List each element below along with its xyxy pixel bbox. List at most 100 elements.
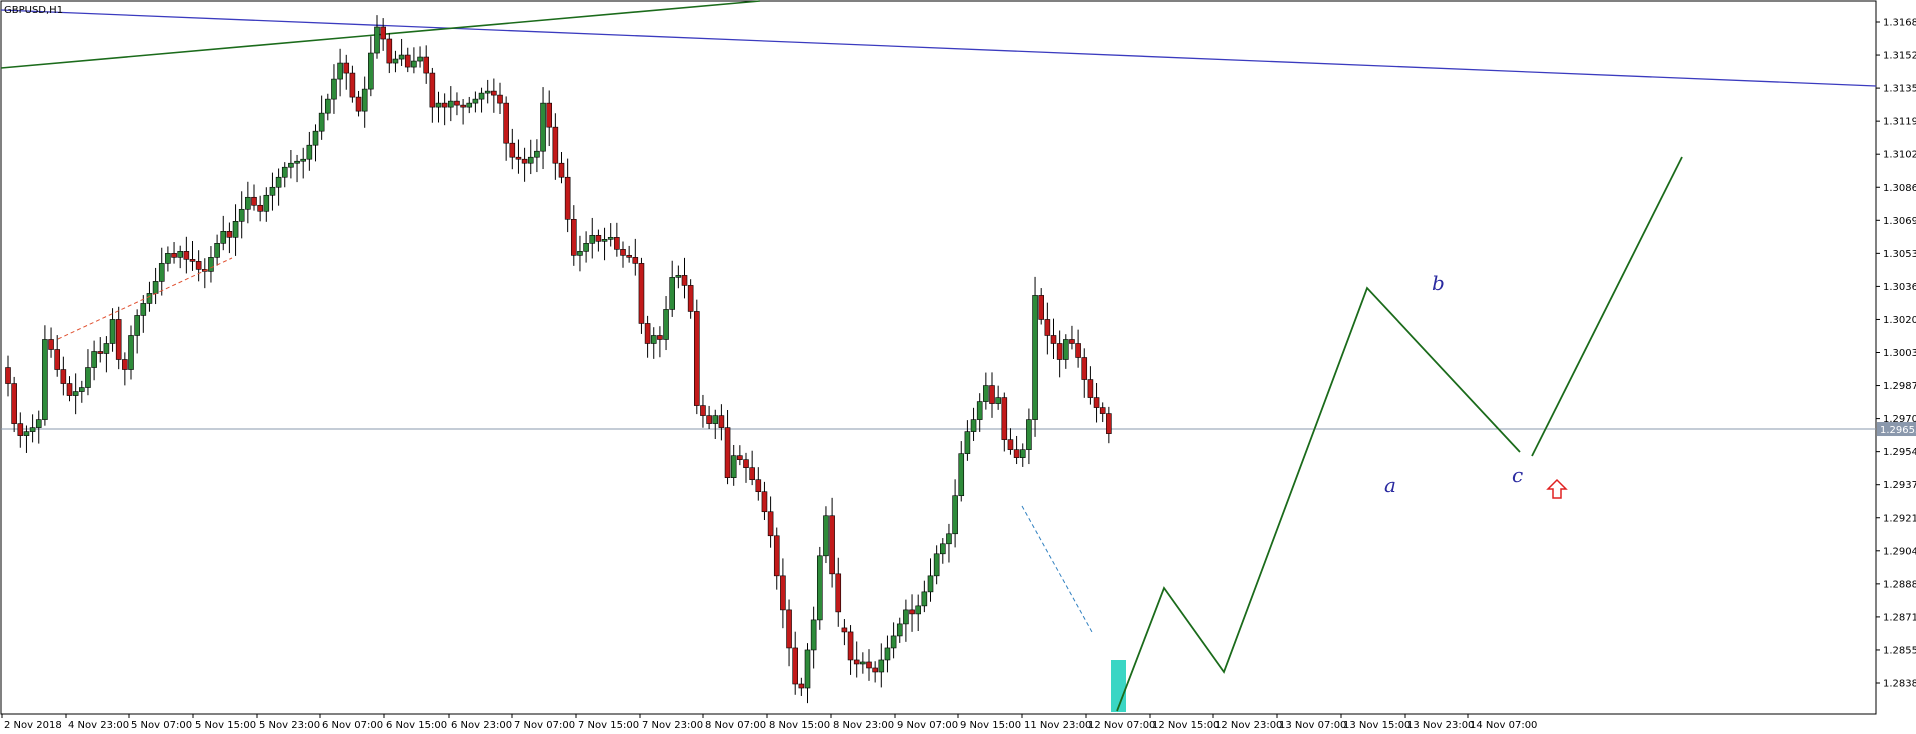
candle-body (620, 249, 626, 256)
time-tick-label: 14 Nov 07:00 (1470, 720, 1537, 731)
candle-body (583, 243, 589, 252)
candle-body (860, 661, 866, 665)
time-tick-label: 13 Nov 23:00 (1407, 720, 1474, 731)
candle (1032, 276, 1038, 437)
candle-body (589, 235, 596, 244)
candle-body (657, 335, 663, 340)
candle-body (706, 415, 712, 424)
candle-body (343, 62, 350, 74)
price-tick-label: 1.28385 (1883, 679, 1916, 690)
candle-body (595, 235, 602, 242)
price-tick-label: 1.31190 (1883, 117, 1916, 128)
time-tick-label: 2 Nov 2018 (4, 720, 62, 731)
candle-body (349, 72, 356, 98)
price-tick-label: 1.30530 (1883, 249, 1916, 260)
plot-area[interactable] (0, 0, 1877, 715)
candle-body (644, 323, 651, 344)
candle-body (1087, 379, 1094, 398)
candle-body (761, 491, 768, 513)
candle-body (447, 100, 454, 108)
candle-body (423, 56, 430, 74)
candle-body (509, 142, 516, 158)
price-tick-label: 1.29375 (1883, 480, 1916, 491)
price-axis[interactable]: 1.31685 1.31520 1.31355 1.31190 1.31025 1.308… (1876, 18, 1916, 690)
candle-body (331, 78, 337, 100)
candle-body (730, 455, 737, 478)
candle-body (829, 515, 835, 575)
highlight-bar (1111, 660, 1126, 712)
candle-body (23, 431, 30, 436)
candle-body (103, 343, 110, 354)
candle (638, 257, 645, 334)
current-price-tag: 1.29653 (1877, 422, 1916, 437)
candle-body (368, 52, 374, 90)
candle-body (724, 427, 731, 478)
candle-body (42, 339, 48, 420)
time-tick-label: 9 Nov 15:00 (960, 720, 1021, 731)
candle-body (177, 251, 183, 258)
price-chart[interactable]: abc 1.316851.315201.313551.311901.310251… (0, 0, 1916, 734)
price-tick-label: 1.28550 (1883, 645, 1916, 656)
candle-body (681, 275, 688, 286)
candle-body (687, 285, 694, 312)
candle-body (1032, 295, 1038, 420)
candle-body (903, 609, 909, 625)
time-tick-label: 12 Nov 23:00 (1215, 720, 1282, 731)
candle-body (872, 667, 878, 673)
candle-body (294, 160, 300, 164)
candle-body (429, 72, 436, 108)
candle-body (743, 459, 749, 468)
candle-body (146, 293, 153, 304)
candle-body (306, 144, 313, 160)
candle-body (601, 239, 608, 242)
time-tick-label: 12 Nov 15:00 (1152, 720, 1219, 731)
candle-body (281, 166, 288, 178)
candle-body (1026, 419, 1032, 450)
price-tick-label: 1.31520 (1883, 51, 1916, 62)
candle-body (17, 423, 24, 436)
candle-body (669, 277, 676, 310)
price-tick-label: 1.29870 (1883, 381, 1916, 392)
candle-body (361, 88, 368, 112)
candle-body (847, 631, 854, 661)
time-axis[interactable]: 2 Nov 2018 4 Nov 23:00 5 Nov 07:00 5 Nov 15… (1, 714, 1537, 731)
candle-body (1050, 335, 1057, 344)
candle-body (324, 98, 331, 114)
candle-body (478, 92, 485, 100)
time-tick-label: 6 Nov 23:00 (451, 720, 512, 731)
candle-body (878, 659, 885, 673)
candle-body (693, 311, 700, 406)
candle-body (232, 221, 239, 238)
candle-body (1063, 339, 1069, 360)
candle-body (484, 90, 491, 94)
candle-body (491, 90, 497, 96)
candle (816, 546, 823, 630)
candle-body (183, 251, 190, 260)
candle-body (915, 605, 922, 615)
price-tick-label: 1.31355 (1883, 84, 1916, 95)
candle-body (1019, 449, 1026, 458)
candle-body (1001, 397, 1008, 440)
time-tick-label: 11 Nov 23:00 (1024, 720, 1091, 731)
time-tick-label: 7 Nov 15:00 (578, 720, 639, 731)
candle-body (417, 56, 423, 62)
candle-body (195, 261, 202, 270)
candle-body (1069, 339, 1075, 344)
chart-canvas[interactable]: abc 1.316851.315201.313551.311901.310251… (0, 0, 1916, 734)
price-tick-label: 1.31685 (1883, 18, 1916, 29)
candle-body (29, 427, 36, 432)
time-tick-label: 6 Nov 15:00 (386, 720, 447, 731)
candle-body (503, 102, 509, 144)
candle-body (626, 255, 632, 258)
candle-body (220, 231, 227, 244)
candle-body (411, 60, 417, 68)
candle-body (712, 415, 719, 424)
candle-body (337, 62, 343, 80)
candle-body (933, 553, 940, 577)
candle-body (257, 204, 263, 212)
candle-body (466, 102, 473, 108)
candle (693, 299, 700, 415)
time-tick-label: 9 Nov 07:00 (897, 720, 958, 731)
candle-body (804, 649, 811, 689)
candle (42, 325, 48, 426)
